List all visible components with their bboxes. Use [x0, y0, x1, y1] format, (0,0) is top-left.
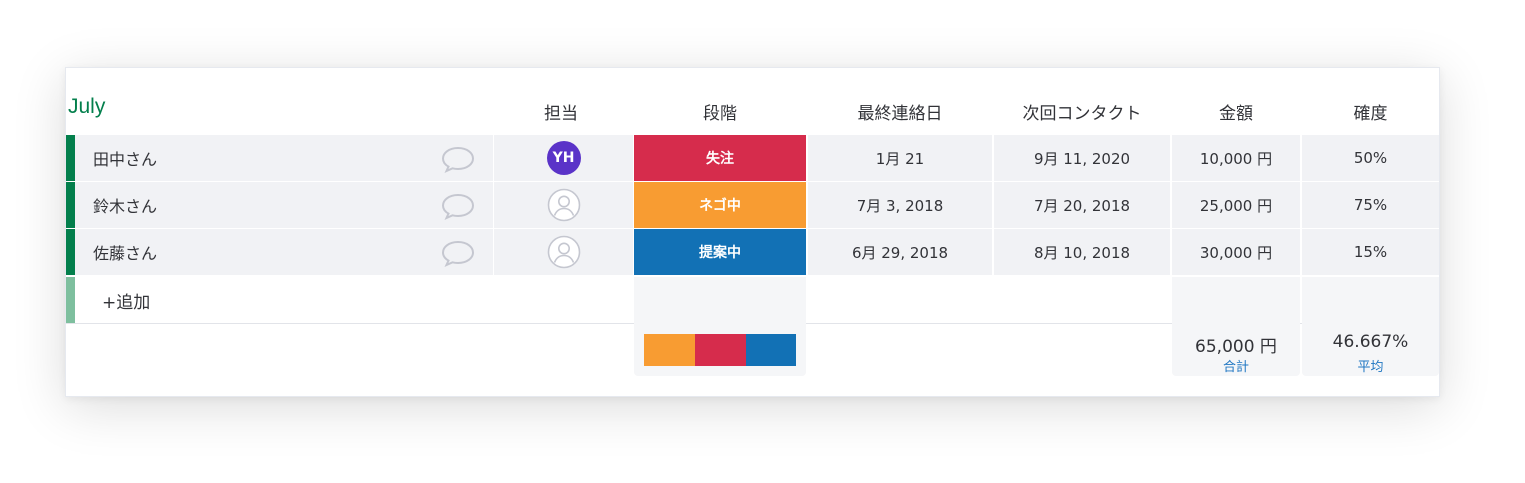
probability-summary: 46.667% 平均: [1302, 277, 1439, 376]
comment-icon[interactable]: [441, 239, 475, 267]
probability-cell[interactable]: 15%: [1302, 229, 1439, 275]
next-contact-cell[interactable]: 9月 11, 2020: [994, 135, 1170, 181]
status-distribution-bar[interactable]: [644, 334, 796, 366]
amount-total: 65,000 円: [1195, 337, 1277, 357]
status-summary: [634, 277, 806, 376]
column-header-status[interactable]: 段階: [634, 99, 806, 124]
owner-cell[interactable]: YH: [494, 135, 633, 181]
column-header-owner[interactable]: 担当: [506, 99, 616, 124]
last-contact-cell[interactable]: 7月 3, 2018: [808, 182, 992, 228]
probability-average: 46.667%: [1332, 332, 1409, 352]
board: July 担当 段階 最終連絡日 次回コンタクト 金額 確度 田中さん YH 失…: [65, 67, 1440, 397]
column-header-next-contact[interactable]: 次回コンタクト: [994, 99, 1170, 124]
status-distribution-segment[interactable]: [644, 334, 695, 366]
amount-total-label: 合計: [1222, 360, 1249, 375]
item-name-cell[interactable]: 鈴木さん: [75, 182, 493, 228]
table-row: 田中さん YH 失注 1月 21 9月 11, 2020 10,000 円 50…: [66, 135, 1439, 181]
probability-cell[interactable]: 50%: [1302, 135, 1439, 181]
amount-cell[interactable]: 25,000 円: [1172, 182, 1300, 228]
amount-summary: 65,000 円 合計: [1172, 277, 1300, 376]
table-row: 佐藤さん 提案中 6月 29, 2018 8月 10, 2018 30,000 …: [66, 229, 1439, 275]
column-header-last-contact[interactable]: 最終連絡日: [808, 99, 992, 124]
amount-cell[interactable]: 30,000 円: [1172, 229, 1300, 275]
item-name-cell[interactable]: 佐藤さん: [75, 229, 493, 275]
item-name[interactable]: 佐藤さん: [93, 240, 157, 264]
group-color-bar: [66, 229, 75, 275]
column-header-amount[interactable]: 金額: [1172, 99, 1300, 124]
group-color-bar: [66, 277, 75, 323]
group-color-bar: [66, 182, 75, 228]
status-distribution-segment[interactable]: [746, 334, 796, 366]
item-name[interactable]: 田中さん: [93, 146, 157, 170]
status-cell[interactable]: 提案中: [634, 229, 806, 275]
table-row: 鈴木さん ネゴ中 7月 3, 2018 7月 20, 2018 25,000 円…: [66, 182, 1439, 228]
owner-cell[interactable]: [494, 182, 633, 228]
probability-cell[interactable]: 75%: [1302, 182, 1439, 228]
amount-cell[interactable]: 10,000 円: [1172, 135, 1300, 181]
next-contact-cell[interactable]: 8月 10, 2018: [994, 229, 1170, 275]
owner-cell[interactable]: [494, 229, 633, 275]
probability-average-label: 平均: [1357, 360, 1384, 375]
person-icon[interactable]: [547, 188, 581, 222]
item-name-cell[interactable]: 田中さん: [75, 135, 493, 181]
group-title[interactable]: July: [68, 95, 105, 119]
last-contact-cell[interactable]: 1月 21: [808, 135, 992, 181]
group-color-bar: [66, 135, 75, 181]
comment-icon[interactable]: [441, 145, 475, 173]
status-cell[interactable]: 失注: [634, 135, 806, 181]
next-contact-cell[interactable]: 7月 20, 2018: [994, 182, 1170, 228]
item-name[interactable]: 鈴木さん: [93, 193, 157, 217]
last-contact-cell[interactable]: 6月 29, 2018: [808, 229, 992, 275]
person-icon[interactable]: [547, 235, 581, 269]
avatar[interactable]: YH: [546, 141, 581, 175]
status-cell[interactable]: ネゴ中: [634, 182, 806, 228]
column-header-probability[interactable]: 確度: [1302, 99, 1439, 124]
add-item-button[interactable]: +追加: [102, 277, 150, 323]
comment-icon[interactable]: [441, 192, 475, 220]
status-distribution-segment[interactable]: [695, 334, 746, 366]
